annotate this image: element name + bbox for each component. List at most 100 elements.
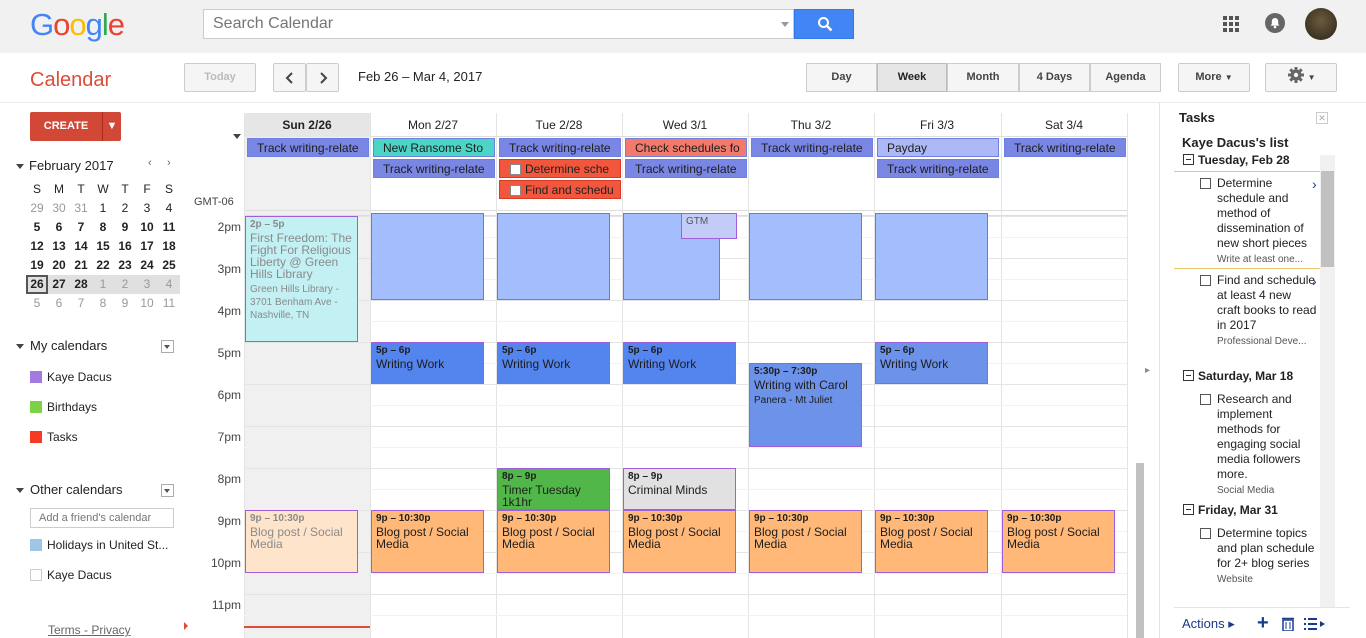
allday-task[interactable]: Find and schedu	[499, 180, 621, 199]
allday-task[interactable]: Determine sche	[499, 159, 621, 178]
mini-day[interactable]: 16	[114, 237, 136, 256]
expand-tasks-icon[interactable]: ▸	[1145, 365, 1159, 379]
mini-day[interactable]: 29	[26, 199, 48, 218]
mini-day[interactable]: 1	[92, 275, 114, 294]
calendar-event[interactable]: GTM	[681, 213, 737, 240]
mini-day[interactable]: 10	[136, 294, 158, 313]
task-text[interactable]: Determine schedule and method of dissemi…	[1217, 176, 1317, 267]
add-task-icon[interactable]: +	[1257, 612, 1269, 635]
view-button-week[interactable]: Week	[877, 63, 947, 92]
mini-day[interactable]: 17	[136, 237, 158, 256]
collapse-allday-icon[interactable]	[233, 134, 241, 139]
mini-day[interactable]: 8	[92, 218, 114, 237]
grid-scrollbar[interactable]	[1136, 463, 1144, 638]
task-group-header[interactable]: Tuesday, Feb 28	[1183, 153, 1290, 167]
mini-day[interactable]: 19	[26, 256, 48, 275]
mini-day[interactable]: 13	[48, 237, 70, 256]
mini-day[interactable]: 14	[70, 237, 92, 256]
mini-day[interactable]: 23	[114, 256, 136, 275]
switch-list-icon[interactable]	[1304, 617, 1328, 631]
allday-event[interactable]: Payday	[877, 138, 999, 157]
mini-day[interactable]: 3	[136, 275, 158, 294]
mini-day[interactable]: 4	[158, 199, 180, 218]
notifications-icon[interactable]	[1265, 13, 1285, 33]
day-header[interactable]: Mon 2/27	[370, 113, 496, 137]
mini-day[interactable]: 2	[114, 199, 136, 218]
task-text[interactable]: Research and implement methods for engag…	[1217, 392, 1317, 498]
calendar-item-tasks[interactable]: Tasks	[30, 430, 78, 444]
search-box[interactable]	[203, 9, 794, 39]
allday-event[interactable]: Track writing-relate	[877, 159, 999, 178]
tasks-scrollbar[interactable]	[1320, 155, 1335, 607]
mini-day[interactable]: 5	[26, 218, 48, 237]
task-checkbox[interactable]	[1200, 528, 1211, 539]
mini-day[interactable]: 4	[158, 275, 180, 294]
mini-day[interactable]: 7	[70, 218, 92, 237]
mini-day[interactable]: 21	[70, 256, 92, 275]
mini-next-icon[interactable]: ›	[167, 157, 171, 169]
task-checkbox[interactable]	[1200, 275, 1211, 286]
mini-day[interactable]: 1	[92, 199, 114, 218]
task-checkbox[interactable]	[510, 164, 521, 175]
search-input[interactable]	[204, 10, 764, 38]
mini-day[interactable]: 6	[48, 218, 70, 237]
mini-day[interactable]: 30	[48, 199, 70, 218]
calendar-color-swatch[interactable]	[30, 371, 42, 383]
mini-day[interactable]: 25	[158, 256, 180, 275]
collapse-triangle-icon[interactable]	[16, 344, 24, 350]
calendar-event[interactable]	[497, 213, 610, 300]
create-dropdown-icon[interactable]: ▼	[102, 112, 121, 141]
calendar-event[interactable]: 5p – 6p Writing Work	[875, 342, 988, 384]
today-button[interactable]: Today	[184, 63, 256, 92]
calendar-event[interactable]	[749, 213, 862, 300]
allday-event[interactable]: Track writing-relate	[751, 138, 873, 157]
mini-day[interactable]: 8	[92, 294, 114, 313]
mini-day[interactable]: 12	[26, 237, 48, 256]
avatar[interactable]	[1305, 8, 1337, 40]
calendar-item-kaye-dacus[interactable]: Kaye Dacus	[30, 370, 112, 384]
mini-day[interactable]: 26	[26, 275, 48, 294]
next-week-button[interactable]	[306, 63, 339, 92]
calendar-event[interactable]: 5p – 6p Writing Work	[497, 342, 610, 384]
calendar-event[interactable]: 5p – 6p Writing Work	[623, 342, 736, 384]
calendar-event[interactable]: 9p – 10:30p Blog post / Social Media	[875, 510, 988, 573]
mini-day[interactable]: 18	[158, 237, 180, 256]
calendar-event[interactable]: 9p – 10:30p Blog post / Social Media	[749, 510, 862, 573]
view-button-month[interactable]: Month	[947, 63, 1019, 92]
allday-event[interactable]: Track writing-relate	[247, 138, 369, 157]
mini-day[interactable]: 11	[158, 294, 180, 313]
task-text[interactable]: Find and schedule at least 4 new craft b…	[1217, 273, 1317, 349]
allday-event[interactable]: Check schedules fo	[625, 138, 747, 157]
mini-day[interactable]: 3	[136, 199, 158, 218]
task-checkbox[interactable]	[1200, 394, 1211, 405]
mini-day[interactable]: 9	[114, 294, 136, 313]
calendar-color-swatch[interactable]	[30, 569, 42, 581]
tasks-actions-menu[interactable]: Actions ▸	[1182, 616, 1235, 632]
add-friend-calendar-input[interactable]	[30, 508, 174, 528]
mini-day[interactable]: 11	[158, 218, 180, 237]
other-calendar-item[interactable]: Kaye Dacus	[30, 568, 112, 582]
collapse-group-icon[interactable]	[1183, 154, 1194, 165]
more-button[interactable]: More ▼	[1178, 63, 1250, 92]
apps-grid-icon[interactable]	[1223, 16, 1239, 32]
search-options-dropdown-icon[interactable]	[781, 22, 789, 27]
task-item[interactable]: Research and implement methods for engag…	[1200, 392, 1315, 496]
calendar-event[interactable]: 2p – 5p First Freedom: The Fight For Reli…	[245, 216, 358, 342]
allday-event[interactable]: Track writing-relate	[499, 138, 621, 157]
terms-link[interactable]: Terms	[48, 623, 81, 637]
calendar-event[interactable]: 5:30p – 7:30p Writing with Carol Panera - …	[749, 363, 862, 447]
mini-day[interactable]: 7	[70, 294, 92, 313]
task-item[interactable]: Determine topics and plan schedule for 2…	[1200, 526, 1315, 616]
other-calendar-item[interactable]: Holidays in United St...	[30, 538, 168, 552]
mini-prev-icon[interactable]: ‹	[148, 157, 152, 169]
privacy-link[interactable]: Privacy	[91, 623, 130, 637]
day-header[interactable]: Wed 3/1	[622, 113, 748, 137]
calendar-color-swatch[interactable]	[30, 539, 42, 551]
calendar-event[interactable]: 9p – 10:30p Blog post / Social Media	[497, 510, 610, 573]
task-text[interactable]: Determine topics and plan schedule for 2…	[1217, 526, 1317, 587]
mini-day[interactable]: 31	[70, 199, 92, 218]
task-item[interactable]: Find and schedule at least 4 new craft b…	[1200, 273, 1317, 363]
my-calendars-header[interactable]: My calendars	[16, 338, 107, 353]
calendar-event[interactable]: 9p – 10:30p Blog post / Social Media	[371, 510, 484, 573]
calendar-item-birthdays[interactable]: Birthdays	[30, 400, 97, 414]
